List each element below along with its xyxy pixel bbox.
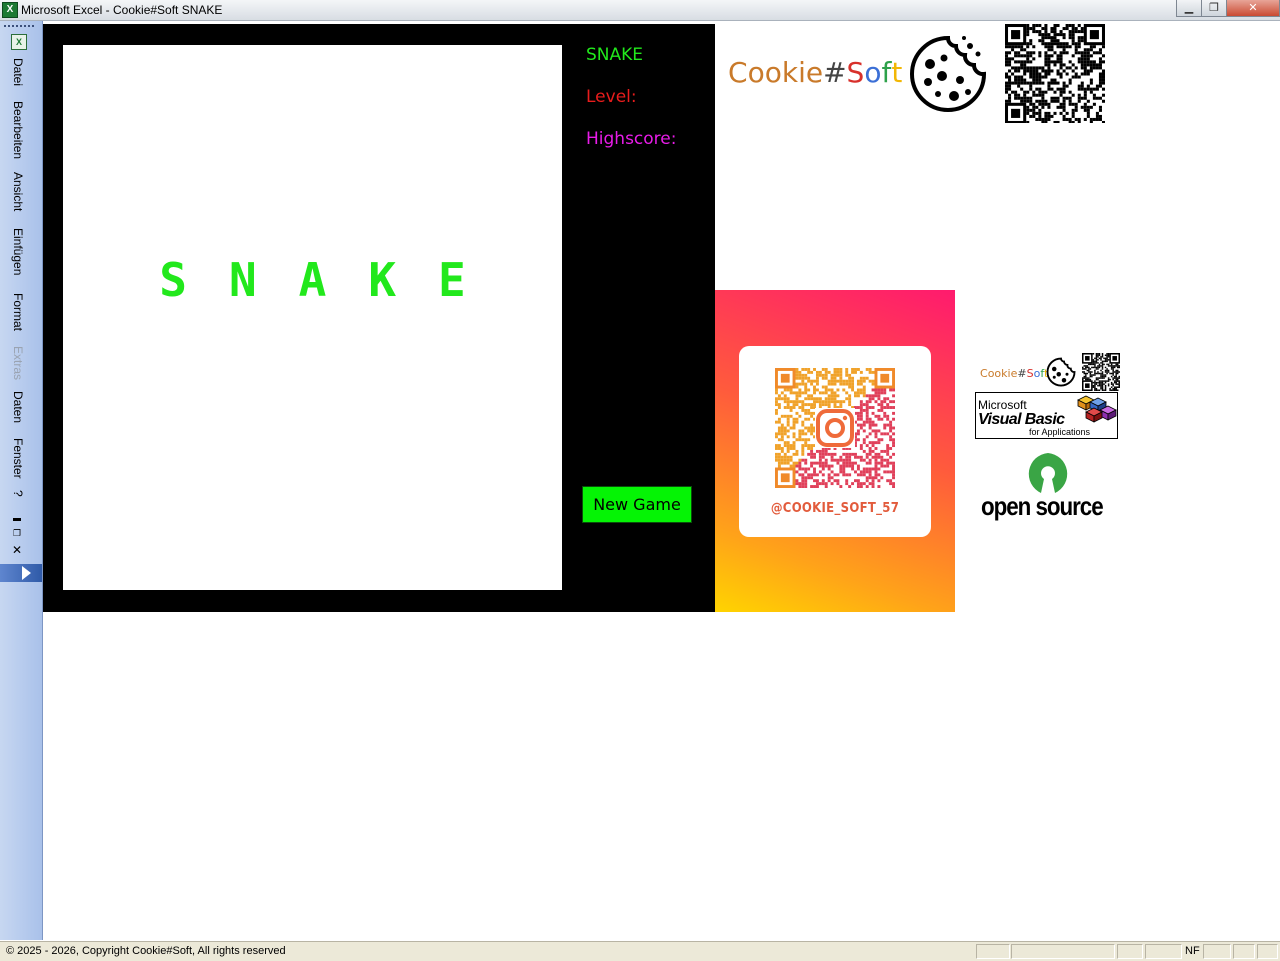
status-panel <box>1117 944 1143 959</box>
open-source-wordmark: open source <box>981 491 1104 521</box>
document-restore-icon[interactable]: ❐ <box>13 529 21 539</box>
toolbar-options-chevron[interactable] <box>0 564 42 582</box>
status-bar: © 2025 - 2026, Copyright Cookie#Soft, Al… <box>0 941 1280 961</box>
vba-vendor: Microsoft <box>978 398 1027 412</box>
numlock-indicator: NF <box>1185 945 1200 957</box>
wordmark-letter: C <box>980 367 988 380</box>
menu-item-format[interactable]: Format <box>11 293 25 331</box>
menu-item-extras[interactable]: Extras <box>11 346 25 380</box>
wordmark-letter: # <box>823 56 847 89</box>
new-game-button[interactable]: New Game <box>582 486 692 523</box>
title-bar: X Microsoft Excel - Cookie#Soft SNAKE ▁ … <box>0 0 1280 21</box>
wordmark-letter: o <box>764 56 782 89</box>
wordmark-letter: # <box>1017 367 1027 380</box>
mini-qr-code <box>1082 353 1120 391</box>
wordmark-letter: t <box>891 56 903 89</box>
wordmark-letter: f <box>881 56 892 89</box>
menu-item-datei[interactable]: Datei <box>11 58 25 86</box>
wordmark-letter: o <box>864 56 882 89</box>
close-icon: ✕ <box>1248 1 1258 14</box>
snake-playfield[interactable]: SNAKE <box>63 45 562 590</box>
menu-item-help[interactable]: ? <box>11 490 25 497</box>
wordmark-letter: k <box>781 56 799 89</box>
menu-item-daten[interactable]: Daten <box>11 391 25 423</box>
menu-item-bearbeiten[interactable]: Bearbeiten <box>11 101 25 159</box>
document-close-icon[interactable]: ✕ <box>12 543 22 557</box>
instagram-card: @COOKIE_SOFT_57 <box>715 290 955 612</box>
excel-icon[interactable]: X <box>2 2 18 18</box>
mini-cookie-soft-wordmark: Cookie#Soft <box>980 367 1048 380</box>
status-panel <box>1145 944 1182 959</box>
status-panel <box>976 944 1010 959</box>
open-source-keyhole-icon <box>1028 453 1068 493</box>
menu-item-ansicht[interactable]: Ansicht <box>11 172 25 211</box>
status-panel <box>1257 944 1278 959</box>
qr-code <box>1005 24 1105 123</box>
restore-button[interactable]: ❐ <box>1201 0 1227 17</box>
cookie-icon <box>910 35 987 112</box>
window-title: Microsoft Excel - Cookie#Soft SNAKE <box>21 3 223 17</box>
level-label: Level: <box>586 87 637 107</box>
close-button[interactable]: ✕ <box>1226 0 1280 17</box>
wordmark-letter: o <box>747 56 765 89</box>
workbook-icon[interactable]: X <box>11 34 27 50</box>
cookie-soft-wordmark: Cookie#Soft <box>728 56 902 89</box>
restore-icon: ❐ <box>1209 1 1219 14</box>
wordmark-letter: S <box>1026 367 1034 380</box>
game-name-label: SNAKE <box>586 45 644 65</box>
mini-cookie-icon <box>1046 357 1076 387</box>
game-title: SNAKE <box>159 253 508 307</box>
vba-tagline: for Applications <box>1029 427 1091 437</box>
instagram-handle: @COOKIE_SOFT_57 <box>770 501 900 516</box>
status-panel <box>1233 944 1255 959</box>
status-panel <box>1011 944 1115 959</box>
status-text: © 2025 - 2026, Copyright Cookie#Soft, Al… <box>6 945 286 957</box>
cookie-soft-logo: Cookie#Soft <box>716 24 1001 122</box>
chevron-right-icon <box>22 566 31 580</box>
menu-item-fenster[interactable]: Fenster <box>11 438 25 479</box>
instagram-qr-code <box>775 368 895 488</box>
wordmark-letter: e <box>805 56 824 89</box>
logo-panel: Cookie#Soft Microsoft Visual Basic for A… <box>975 353 1120 543</box>
vba-blocks-icon <box>1077 395 1117 423</box>
toolbar-grip[interactable] <box>4 25 34 30</box>
document-minimize-icon[interactable] <box>13 518 21 521</box>
wordmark-letter: C <box>728 56 748 89</box>
wordmark-letter: i <box>798 56 806 89</box>
minimize-icon: ▁ <box>1184 1 1194 14</box>
menu-bar: X Datei Bearbeiten Ansicht Einfügen Form… <box>0 21 43 940</box>
vba-logo: Microsoft Visual Basic for Applications <box>975 392 1118 439</box>
status-panel <box>1203 944 1231 959</box>
menu-item-einfuegen[interactable]: Einfügen <box>11 228 25 275</box>
minimize-button[interactable]: ▁ <box>1176 0 1202 17</box>
instagram-qr-card: @COOKIE_SOFT_57 <box>739 346 931 537</box>
wordmark-letter: S <box>846 56 865 89</box>
highscore-label: Highscore: <box>586 129 677 149</box>
